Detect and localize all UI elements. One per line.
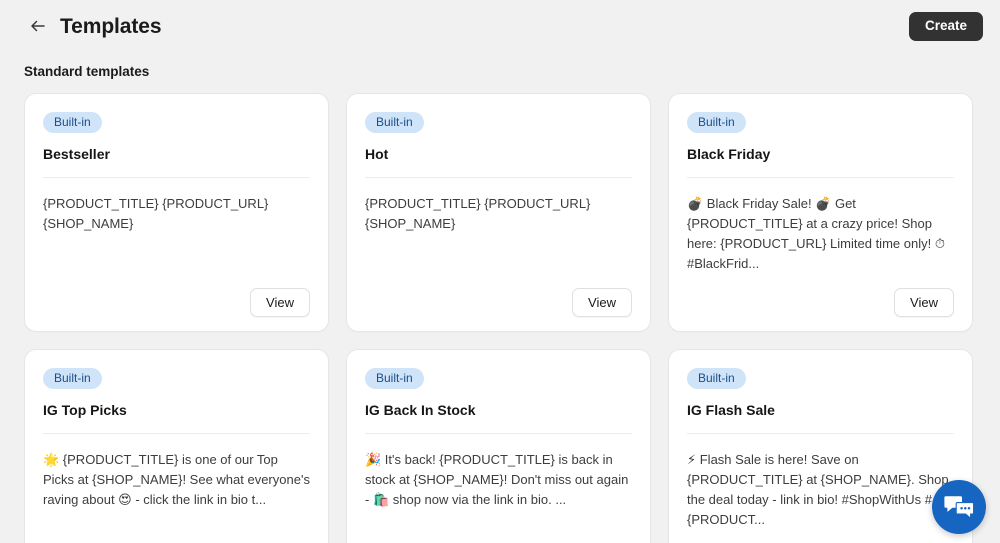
card-footer: View: [365, 274, 632, 317]
view-button[interactable]: View: [572, 287, 632, 317]
card-footer: View: [365, 530, 632, 543]
template-card[interactable]: Built-in Hot {PRODUCT_TITLE} {PRODUCT_UR…: [346, 93, 651, 332]
template-card-body: 💣 Black Friday Sale! 💣 Get {PRODUCT_TITL…: [687, 195, 945, 271]
template-card-title: IG Top Picks: [43, 402, 127, 419]
status-badge: Built-in: [365, 112, 424, 134]
card-footer: View: [43, 274, 310, 317]
status-badge: Built-in: [43, 112, 102, 134]
template-card-title: IG Back In Stock: [365, 402, 476, 419]
page-title: Templates: [60, 14, 162, 38]
card-footer: View: [43, 530, 310, 543]
section-title: Standard templates: [24, 64, 150, 79]
card-divider: [687, 176, 954, 178]
view-button[interactable]: View: [250, 287, 310, 317]
card-divider: [43, 176, 310, 178]
status-badge: Built-in: [687, 112, 746, 134]
template-card-title: Black Friday: [687, 146, 771, 163]
back-button[interactable]: [24, 12, 52, 40]
template-card-title: Hot: [365, 146, 389, 163]
template-card-body: 🎉 It's back! {PRODUCT_TITLE} is back in …: [365, 451, 629, 507]
template-card-title: Bestseller: [43, 146, 110, 163]
template-card[interactable]: Built-in IG Flash Sale ⚡ Flash Sale is h…: [668, 348, 973, 543]
template-card-body: 🌟 {PRODUCT_TITLE} is one of our Top Pick…: [43, 451, 310, 507]
template-card[interactable]: Built-in IG Back In Stock 🎉 It's back! {…: [346, 348, 651, 543]
card-divider: [365, 176, 632, 178]
card-divider: [687, 432, 954, 434]
arrow-left-icon: [29, 17, 47, 35]
templates-grid: Built-in Bestseller {PRODUCT_TITLE} {PRO…: [0, 79, 1000, 543]
chat-widget-button[interactable]: [932, 480, 986, 534]
template-card-body: {PRODUCT_TITLE} {PRODUCT_URL} {SHOP_NAME…: [43, 195, 269, 231]
card-footer: View: [687, 530, 954, 543]
template-card-title: IG Flash Sale: [687, 402, 775, 419]
create-button[interactable]: Create: [908, 11, 983, 41]
chat-bubbles-icon: [944, 494, 974, 521]
status-badge: Built-in: [43, 367, 102, 390]
card-footer: View: [687, 274, 954, 317]
template-card[interactable]: Built-in IG Top Picks 🌟 {PRODUCT_TITLE} …: [24, 348, 329, 543]
page-header: Templates Create: [0, 0, 1000, 52]
view-button[interactable]: View: [894, 287, 954, 317]
card-divider: [365, 432, 632, 434]
template-card-body: {PRODUCT_TITLE} {PRODUCT_URL} {SHOP_NAME…: [365, 195, 591, 231]
template-card-body: ⚡ Flash Sale is here! Save on {PRODUCT_T…: [687, 451, 949, 527]
card-divider: [43, 432, 310, 434]
status-badge: Built-in: [687, 367, 746, 390]
template-card[interactable]: Built-in Bestseller {PRODUCT_TITLE} {PRO…: [24, 93, 329, 332]
status-badge: Built-in: [365, 367, 424, 390]
template-card[interactable]: Built-in Black Friday 💣 Black Friday Sal…: [668, 93, 973, 332]
